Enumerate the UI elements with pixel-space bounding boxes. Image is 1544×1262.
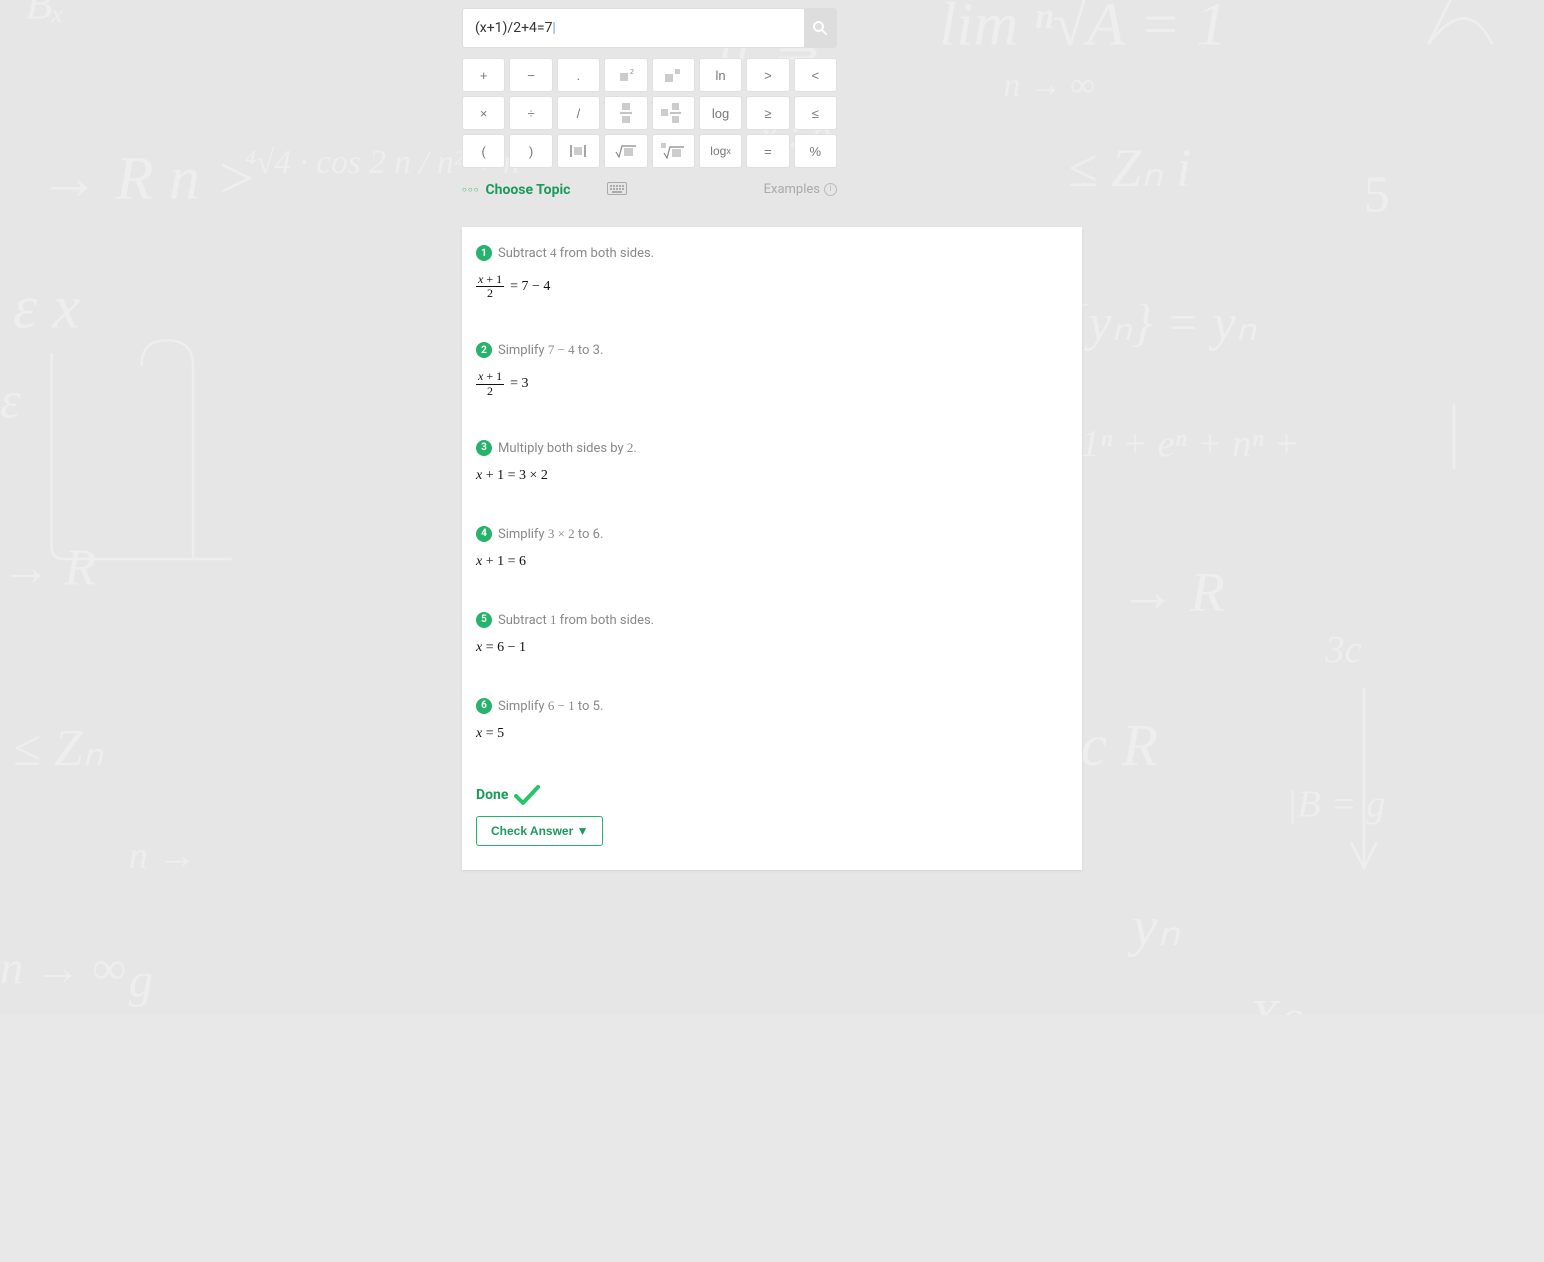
key-abs[interactable]	[557, 134, 600, 168]
key-times[interactable]: ×	[462, 96, 505, 130]
svg-text:≤ Zₙ i: ≤ Zₙ i	[1068, 138, 1191, 198]
step-badge: 4	[476, 526, 492, 542]
svg-text:→ R n >: → R n >	[39, 145, 257, 213]
key-ln[interactable]: ln	[699, 58, 742, 92]
step-badge: 5	[476, 612, 492, 628]
svg-text:Xc: Xc	[1246, 990, 1302, 1015]
step-badge: 1	[476, 245, 492, 261]
svg-text:≤ Zₙ: ≤ Zₙ	[13, 720, 104, 777]
key-lparen[interactable]: (	[462, 134, 505, 168]
search-button[interactable]	[804, 9, 836, 47]
step-math: x = 5	[476, 726, 1068, 742]
svg-text:Bₓ: Bₓ	[26, 0, 65, 29]
svg-text:→ R: → R	[1119, 561, 1224, 623]
step-text: Simplify 3 × 2 to 6.	[498, 526, 603, 542]
key-rparen[interactable]: )	[509, 134, 552, 168]
check-answer-button[interactable]: Check Answer ▼	[476, 816, 603, 846]
key-eq[interactable]: =	[746, 134, 789, 168]
text-cursor: |	[552, 20, 555, 36]
solution-panel: 1 Subtract 4 from both sides. x + 12 = 7…	[462, 227, 1082, 870]
step-text: Simplify 6 − 1 to 5.	[498, 698, 603, 714]
search-input[interactable]: (x+1)/2+4=7|	[463, 9, 804, 47]
mixed-fraction-icon	[661, 102, 685, 124]
key-dot[interactable]: .	[557, 58, 600, 92]
info-icon: i	[824, 183, 837, 196]
svg-text:3c: 3c	[1324, 629, 1361, 671]
svg-text:n → ∞: n → ∞	[0, 944, 126, 995]
svg-text:c R: c R	[1081, 712, 1158, 778]
search-bar: (x+1)/2+4=7|	[462, 8, 837, 48]
search-input-value: (x+1)/2+4=7	[475, 20, 552, 36]
svg-text:g: g	[129, 952, 153, 1007]
key-power[interactable]	[652, 58, 695, 92]
key-squared[interactable]: 2	[604, 58, 647, 92]
search-icon	[811, 19, 829, 37]
key-slash[interactable]: /	[557, 96, 600, 130]
sqrt-icon	[615, 144, 637, 158]
key-sqrt[interactable]	[604, 134, 647, 168]
step-badge: 2	[476, 342, 492, 358]
step-math: x + 12 = 7 − 4	[476, 273, 1068, 300]
step-math: x + 1 = 3 × 2	[476, 468, 1068, 484]
choose-topic-link[interactable]: Choose Topic	[486, 182, 571, 198]
step-text: Subtract 4 from both sides.	[498, 245, 654, 261]
examples-link[interactable]: Examples i	[764, 182, 837, 197]
power-icon	[662, 67, 684, 83]
svg-text:|B = g: |B = g	[1287, 783, 1386, 825]
key-logx[interactable]: logx	[699, 134, 742, 168]
examples-label: Examples	[764, 182, 820, 197]
svg-text:ε: ε	[0, 372, 21, 429]
done-row: Done	[476, 784, 1068, 806]
step-badge: 6	[476, 698, 492, 714]
topic-dots-icon: ○○○	[462, 185, 480, 194]
svg-text:yₙ: yₙ	[1127, 896, 1181, 958]
svg-text:, to: , to	[154, 0, 200, 1]
squared-icon: 2	[616, 67, 636, 83]
keyboard-icon[interactable]	[607, 180, 627, 199]
svg-text:→ R: → R	[0, 540, 96, 597]
svg-text:ε x: ε x	[13, 273, 80, 341]
svg-text:{yₙ} = yₙ: {yₙ} = yₙ	[1068, 295, 1257, 352]
key-gt[interactable]: >	[746, 58, 789, 92]
svg-text:1ⁿ + eⁿ + nⁿ +: 1ⁿ + eⁿ + nⁿ +	[1081, 423, 1299, 465]
keypad: + − . 2 ln > < × ÷ / log ≥ ≤	[462, 58, 837, 168]
key-percent[interactable]: %	[794, 134, 837, 168]
key-lte[interactable]: ≤	[794, 96, 837, 130]
step-3: 3 Multiply both sides by 2. x + 1 = 3 × …	[476, 440, 1068, 484]
svg-text:n →: n →	[129, 835, 197, 877]
step-math: x + 1 = 6	[476, 554, 1068, 570]
key-fraction[interactable]	[604, 96, 647, 130]
done-label: Done	[476, 787, 508, 803]
check-icon	[514, 784, 540, 806]
svg-text:2: 2	[630, 69, 634, 76]
nroot-icon	[661, 143, 685, 159]
step-1: 1 Subtract 4 from both sides. x + 12 = 7…	[476, 245, 1068, 300]
step-text: Multiply both sides by 2.	[498, 440, 637, 456]
key-log[interactable]: log	[699, 96, 742, 130]
step-6: 6 Simplify 6 − 1 to 5. x = 5	[476, 698, 1068, 742]
key-gte[interactable]: ≥	[746, 96, 789, 130]
key-lt[interactable]: <	[794, 58, 837, 92]
step-4: 4 Simplify 3 × 2 to 6. x + 1 = 6	[476, 526, 1068, 570]
step-math: x = 6 − 1	[476, 640, 1068, 656]
key-plus[interactable]: +	[462, 58, 505, 92]
topic-row: ○○○ Choose Topic Examples i	[462, 180, 837, 199]
key-minus[interactable]: −	[509, 58, 552, 92]
fraction-icon	[618, 102, 634, 124]
step-2: 2 Simplify 7 − 4 to 3. x + 12 = 3	[476, 342, 1068, 397]
key-mixed-fraction[interactable]	[652, 96, 695, 130]
step-text: Simplify 7 − 4 to 3.	[498, 342, 603, 358]
svg-text:5: 5	[1364, 167, 1390, 224]
step-math: x + 12 = 3	[476, 370, 1068, 397]
abs-icon	[569, 144, 587, 158]
key-nroot[interactable]	[652, 134, 695, 168]
step-badge: 3	[476, 440, 492, 456]
step-5: 5 Subtract 1 from both sides. x = 6 − 1	[476, 612, 1068, 656]
key-divide[interactable]: ÷	[509, 96, 552, 130]
step-text: Subtract 1 from both sides.	[498, 612, 654, 628]
